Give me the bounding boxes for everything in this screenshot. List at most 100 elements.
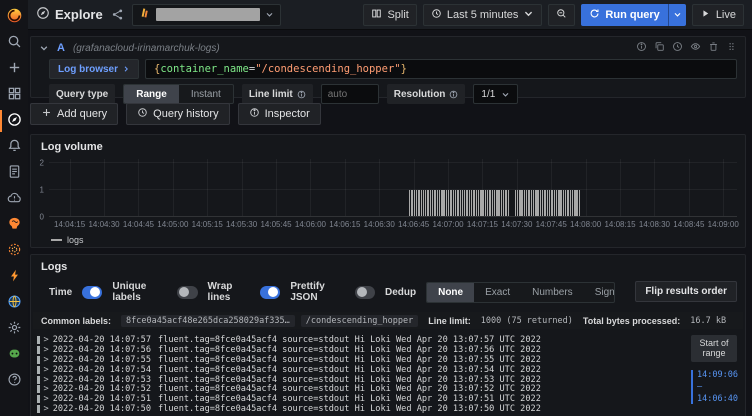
log-row[interactable]: >2022-04-20 14:07:53fluent.tag=8fce0a45a…	[37, 375, 685, 385]
sidebar-item-create[interactable]	[0, 56, 28, 82]
logs-meta-bar: Common labels: 8fce0a45acf48e265dca25802…	[33, 312, 743, 329]
legend-series-label[interactable]: logs	[67, 235, 84, 245]
chevron-down-icon	[501, 90, 510, 99]
dedup-option-signature[interactable]: Signature	[584, 283, 615, 302]
log-volume-bar	[485, 190, 486, 217]
sidebar-item-incidents[interactable]	[0, 264, 28, 290]
dedup-option-numbers[interactable]: Numbers	[521, 283, 584, 302]
query-type-range[interactable]: Range	[124, 85, 179, 103]
eye-icon[interactable]	[690, 41, 701, 55]
sidebar-item-profile[interactable]	[0, 342, 28, 368]
run-query-dropdown[interactable]	[668, 4, 686, 26]
add-query-button[interactable]: Add query	[30, 103, 118, 125]
log-volume-bar	[526, 190, 527, 217]
log-message: fluent.tag=8fce0a45acf4 source=stdout Hi…	[158, 394, 541, 404]
sidebar-item-cloud-alerts[interactable]	[0, 186, 28, 212]
history-icon[interactable]	[672, 41, 683, 55]
drag-handle-icon[interactable]	[726, 41, 737, 55]
datasource-picker[interactable]	[132, 4, 281, 26]
line-limit-meta-value: 1000 (75 returned)	[481, 316, 573, 326]
chevron-right-icon	[122, 65, 130, 73]
log-volume-bar	[450, 190, 451, 217]
share-icon[interactable]	[111, 8, 124, 21]
sidebar-item-dashboards[interactable]	[0, 82, 28, 108]
log-volume-bar	[471, 190, 472, 217]
time-toggle-label: Time	[49, 287, 72, 298]
query-type-instant[interactable]: Instant	[179, 85, 233, 103]
log-row[interactable]: >2022-04-20 14:07:54fluent.tag=8fce0a45a…	[37, 365, 685, 375]
sidebar-item-alerting[interactable]	[0, 134, 28, 160]
sidebar-item-search[interactable]	[0, 30, 28, 56]
log-row[interactable]: >2022-04-20 14:07:55fluent.tag=8fce0a45a…	[37, 355, 685, 365]
live-button[interactable]: Live	[692, 4, 744, 26]
log-volume-bar	[437, 190, 438, 217]
line-limit-input[interactable]	[321, 84, 379, 104]
split-button[interactable]: Split	[363, 4, 416, 26]
logql-query-input[interactable]: {container_name="/condescending_hopper"}	[145, 59, 737, 79]
log-volume-bar	[498, 190, 499, 217]
x-gridline	[689, 159, 690, 216]
sidebar-item-explore[interactable]	[0, 108, 28, 134]
x-gridline	[310, 159, 311, 216]
x-gridline	[379, 159, 380, 216]
log-browser-button[interactable]: Log browser	[49, 59, 139, 79]
grafana-logo-icon[interactable]	[0, 0, 28, 30]
dedup-option-none[interactable]: None	[427, 283, 474, 302]
prettify-json-toggle[interactable]	[355, 286, 375, 299]
log-browser-label: Log browser	[58, 64, 118, 75]
x-tick-label: 14:04:30	[88, 220, 119, 229]
run-query-button[interactable]: Run query	[581, 4, 685, 26]
sidebar-item-machine-learning[interactable]	[0, 212, 28, 238]
unique-labels-toggle[interactable]	[177, 286, 197, 299]
wrap-lines-toggle[interactable]	[260, 286, 280, 299]
trash-icon[interactable]	[708, 41, 719, 55]
x-tick-label: 14:05:30	[226, 220, 257, 229]
flip-results-order-button[interactable]: Flip results order	[635, 281, 737, 302]
query-history-button[interactable]: Query history	[126, 103, 229, 125]
log-volume-bar	[423, 190, 424, 217]
query-type-label: Query type	[49, 84, 115, 104]
log-nav-page[interactable]: 14:09:06 — 14:06:40	[691, 370, 737, 404]
info-icon[interactable]	[636, 41, 647, 55]
log-volume-bar	[572, 190, 573, 217]
log-row[interactable]: >2022-04-20 14:07:50fluent.tag=8fce0a45a…	[37, 404, 685, 414]
sidebar-item-web-analytics[interactable]	[0, 290, 28, 316]
sidebar-item-help[interactable]	[0, 368, 28, 394]
log-volume-bar	[446, 190, 447, 217]
common-label-chip: 8fce0a45acf48e265dca258029af335…	[121, 315, 295, 327]
sidebar-item-synthetic-monitoring[interactable]	[0, 238, 28, 264]
log-level-bar	[37, 366, 40, 374]
cloud-alert-icon	[7, 190, 22, 208]
start-of-range-button[interactable]: Start of range	[691, 335, 737, 362]
sidebar-item-docs[interactable]	[0, 160, 28, 186]
log-row[interactable]: >2022-04-20 14:07:57fluent.tag=8fce0a45a…	[37, 335, 685, 345]
log-row[interactable]: >2022-04-20 14:07:51fluent.tag=8fce0a45a…	[37, 394, 685, 404]
log-row[interactable]: >2022-04-20 14:07:56fluent.tag=8fce0a45a…	[37, 345, 685, 355]
dedup-option-exact[interactable]: Exact	[474, 283, 521, 302]
x-tick-label: 14:05:45	[260, 220, 291, 229]
inspector-button[interactable]: Inspector	[238, 103, 321, 125]
x-gridline	[207, 159, 208, 216]
sidebar	[0, 0, 28, 416]
log-volume-bar	[558, 190, 559, 217]
nav-newest-time: 14:09:06	[697, 370, 737, 380]
common-label-chip: /condescending_hopper	[301, 315, 418, 327]
dedup-label: Dedup	[385, 287, 416, 298]
log-volume-bar	[560, 190, 561, 217]
sidebar-item-configuration[interactable]	[0, 316, 28, 342]
copy-icon[interactable]	[654, 41, 665, 55]
log-volume-bar	[549, 190, 550, 217]
gear-icon	[7, 320, 22, 338]
chevron-down-icon	[523, 8, 534, 22]
collapse-chevron-icon[interactable]	[39, 43, 49, 53]
zoom-out-button[interactable]	[548, 4, 575, 26]
time-range-picker[interactable]: Last 5 minutes	[423, 4, 543, 26]
log-row[interactable]: >2022-04-20 14:07:52fluent.tag=8fce0a45a…	[37, 384, 685, 394]
resolution-select[interactable]: 1/1	[473, 84, 518, 104]
search-icon	[7, 34, 22, 52]
history-icon	[137, 107, 148, 121]
time-toggle[interactable]	[82, 286, 102, 299]
log-volume-bar	[501, 190, 502, 217]
log-volume-bar	[576, 190, 577, 217]
log-volume-bar	[554, 190, 555, 217]
